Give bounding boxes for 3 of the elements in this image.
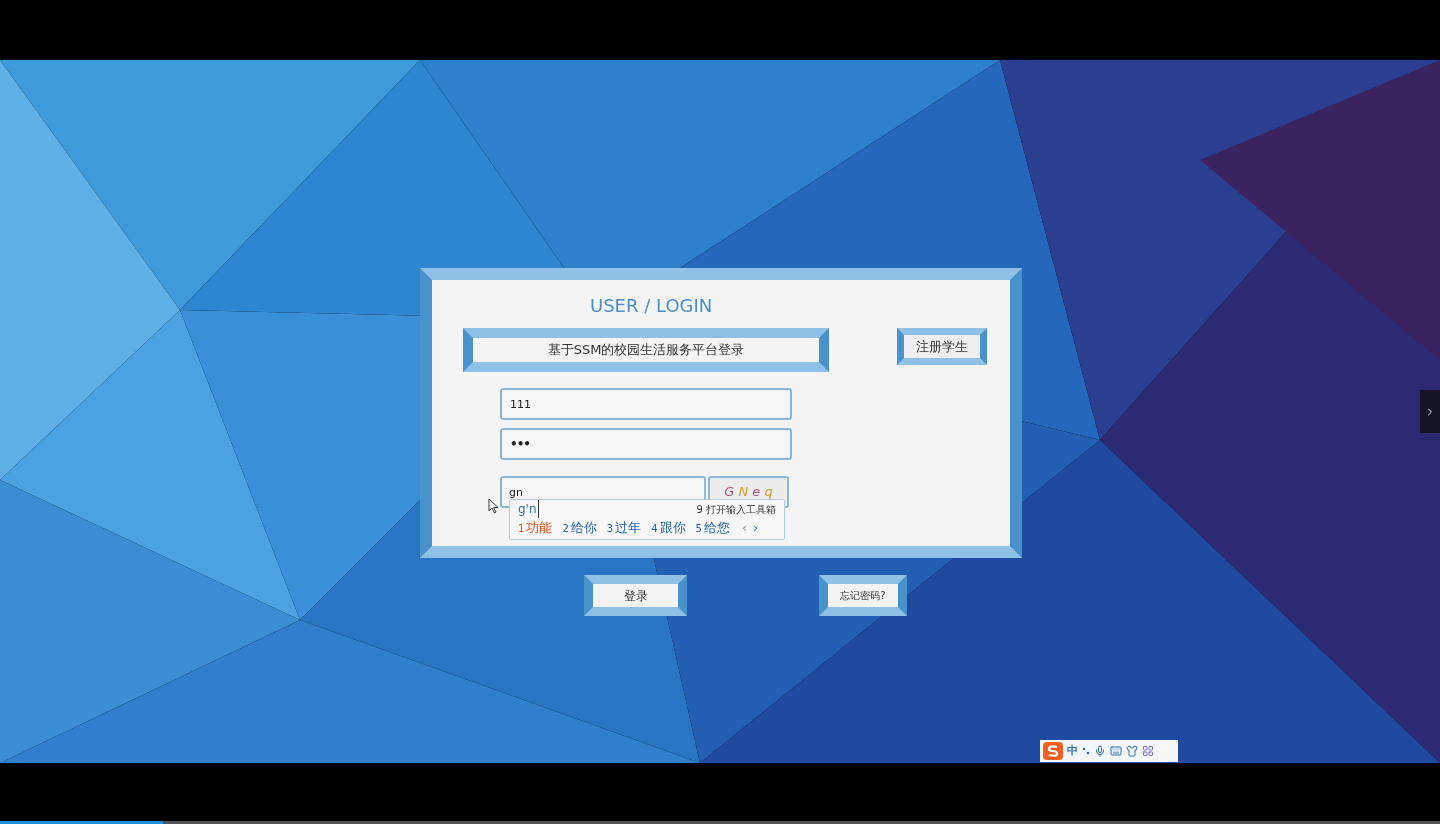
platform-banner: 基于SSM的校园生活服务平台登录 [463, 328, 829, 372]
ime-composition: g'n [518, 500, 539, 518]
login-title: USER / LOGIN [590, 294, 713, 318]
